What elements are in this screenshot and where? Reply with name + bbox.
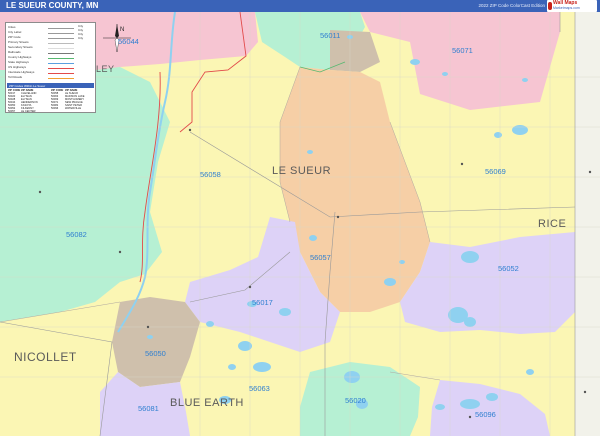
legend-swatch [48,57,74,59]
legend-item: City Label [8,30,22,34]
zip-label-56081: 56081 [138,404,159,413]
zip-table-cell: 56096 [51,107,59,110]
legend-city-sample: City [78,36,84,40]
legend-swatch [48,47,74,49]
legend-swatch [48,52,74,54]
zip-label-56052: 56052 [498,264,519,273]
county-label-rice: RICE [538,218,567,230]
edition-label: 2022 ZIP Code ColorCast Edition [478,3,545,8]
zip-table-cell: WATERVILLE [65,107,82,110]
legend-swatch [48,62,74,64]
zip-label-56011: 56011 [320,31,341,40]
title-bar: LE SUEUR COUNTY, MN 2022 ZIP Code ColorC… [0,0,600,12]
publisher-logo: Wall Maps Marketmaps.com [547,0,597,12]
legend-swatch [48,37,74,39]
logo-brand-sub: Marketmaps.com [553,6,580,10]
legend-item: County Highways [8,55,32,59]
legend-item: Cities [8,25,16,29]
outside-county-east [575,12,600,436]
legend-swatch [48,67,74,69]
legend-swatch [48,72,74,74]
county-label-blue-earth: BLUE EARTH [170,397,244,409]
zip-label-56096: 56096 [475,410,496,419]
county-label-nicollet: NICOLLET [14,350,77,364]
legend-item: Interstate Highways [8,70,35,74]
zip-label-56050: 56050 [145,349,166,358]
zip-label-56063: 56063 [249,384,270,393]
zip-table-header: ZIP Codes Within Le Sueur [7,84,94,88]
legend-item: State Highways [8,60,29,64]
compass-letter: N [120,27,124,33]
legend-item: Railroads [8,50,21,54]
zip-label-56082: 56082 [66,230,87,239]
zip-label-56069: 56069 [485,167,506,176]
legend-item: Primary Streets [8,40,29,44]
legend-swatch [48,27,74,29]
legend-swatch [48,77,74,79]
legend-item: Toll Roads [8,75,23,79]
legend-swatch [48,42,74,44]
map-legend: Cities City Label ZIP Code Primary Streets S… [5,22,96,113]
legend-item: US Highways [8,65,27,69]
county-label-ley: LEY [96,64,115,74]
zip-label-56017: 56017 [252,298,273,307]
map-page: LE SUEUR COUNTY, MN 2022 ZIP Code ColorC… [0,0,600,436]
county-label-le-sueur: LE SUEUR [272,165,332,177]
zip-code-table: ZIP Codes Within Le Sueur ZIP CODE ZIP NA… [7,83,94,113]
zip-label-56057: 56057 [310,253,331,262]
zip-label-56071: 56071 [452,46,473,55]
legend-item: Secondary Streets [8,45,33,49]
map-title: LE SUEUR COUNTY, MN [6,1,99,10]
zip-label-56044: 56044 [118,37,139,46]
zip-table-cell: LE CENTER [21,110,36,113]
legend-item: ZIP Code [8,35,21,39]
zip-table-cell: 56057 [8,110,16,113]
logo-mark-icon [548,2,552,10]
zip-label-56020: 56020 [345,396,366,405]
zip-label-56058: 56058 [200,170,221,179]
legend-swatch [48,32,74,34]
zip-table-title: ZIP Codes Within Le Sueur [9,84,46,88]
